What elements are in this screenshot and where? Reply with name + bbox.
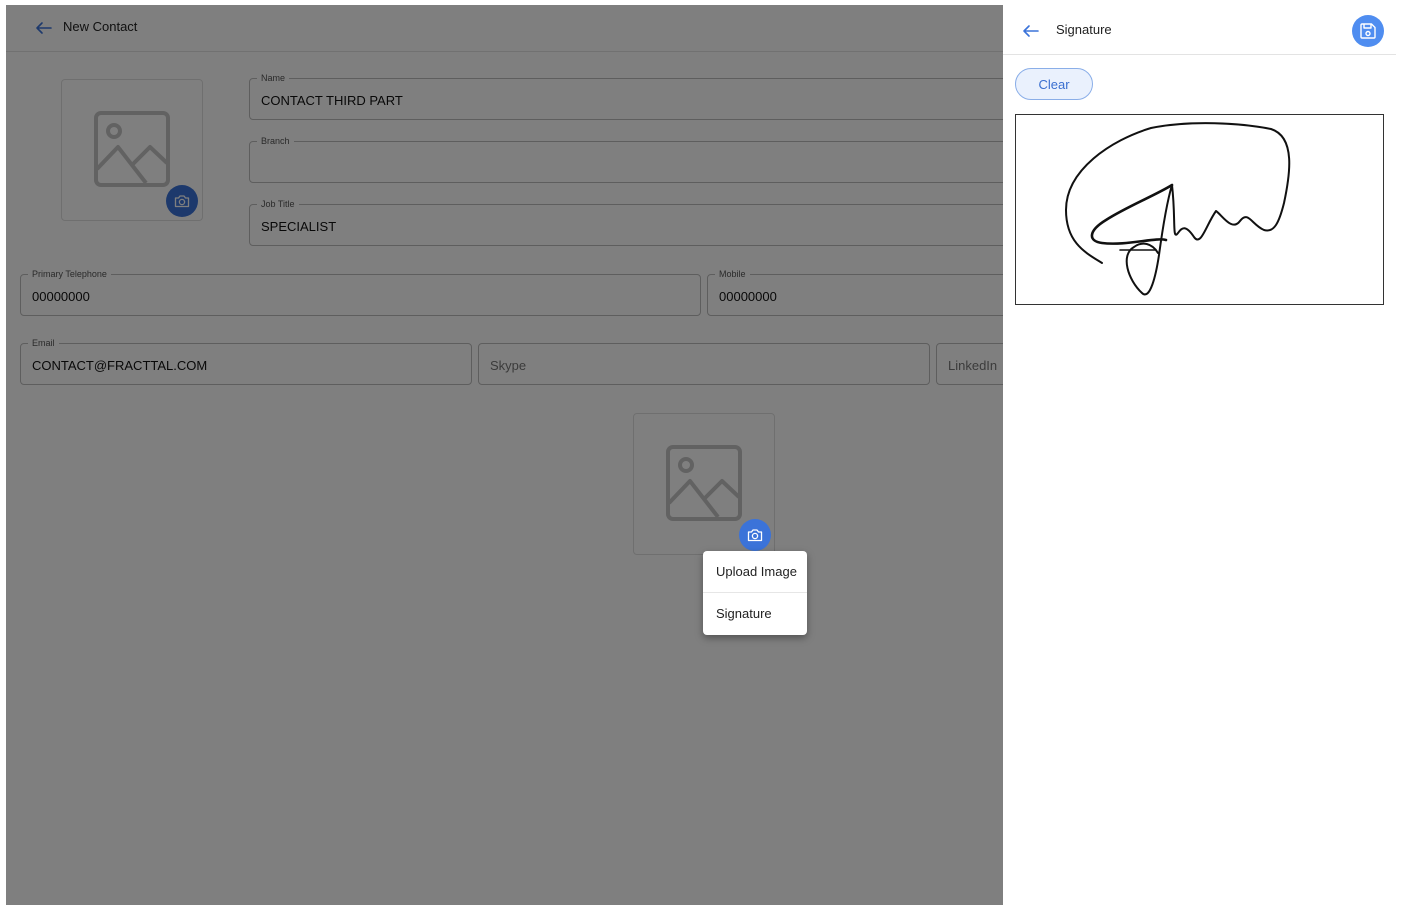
signature-header: Signature (1003, 5, 1396, 55)
photo-options-menu: Upload Image Signature (703, 551, 807, 635)
camera-icon (747, 529, 763, 542)
save-icon (1360, 23, 1376, 39)
signature-camera-button[interactable] (739, 519, 771, 551)
signature-drawing (1065, 122, 1291, 296)
modal-backdrop[interactable] (6, 5, 1003, 905)
clear-button[interactable]: Clear (1015, 68, 1093, 100)
app-window: New Contact Name CONTACT THIRD PART Bran… (6, 5, 1396, 905)
back-arrow-icon[interactable] (1021, 21, 1041, 41)
signature-panel: Signature Clear (1003, 5, 1396, 905)
save-button[interactable] (1352, 15, 1384, 47)
signature-title: Signature (1056, 22, 1112, 37)
signature-canvas[interactable] (1015, 114, 1384, 305)
menu-item-upload-image[interactable]: Upload Image (703, 551, 807, 592)
menu-item-signature[interactable]: Signature (703, 593, 807, 634)
menu-item-label: Signature (716, 606, 772, 621)
menu-item-label: Upload Image (716, 564, 797, 579)
